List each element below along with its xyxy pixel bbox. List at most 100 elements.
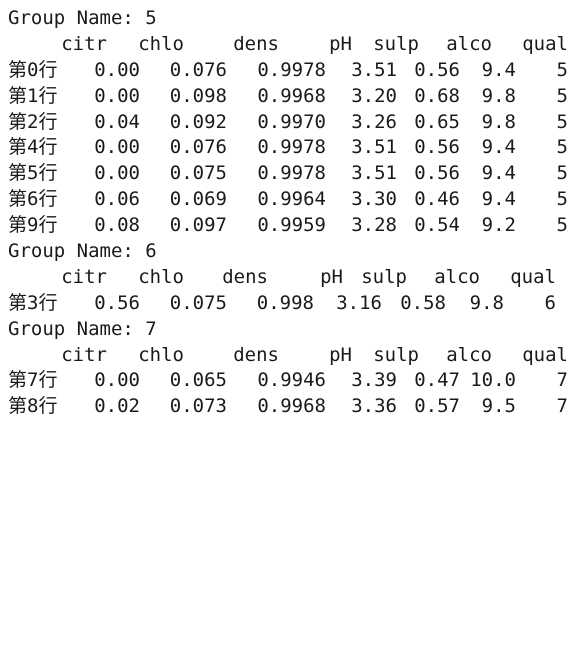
table-cell: 0.9978 [257, 136, 326, 159]
row-index: 第7行 [8, 369, 58, 392]
table-cell: 0.00 [94, 162, 140, 185]
column-header: pH [320, 265, 343, 288]
column-header: sulp [373, 32, 419, 55]
table-cell: 3.16 [336, 291, 382, 314]
column-header: chlo [138, 265, 184, 288]
table-cell: 0.56 [94, 291, 140, 314]
row-index: 第3行 [8, 291, 58, 314]
table-cell: 0.097 [169, 214, 227, 237]
table-cell: 0.9978 [257, 162, 326, 185]
table-cell: 0.65 [414, 110, 460, 133]
table-cell: 0.54 [414, 214, 460, 237]
column-header: dens [233, 343, 279, 366]
table-cell: 0.9970 [257, 110, 326, 133]
table-cell: 9.8 [481, 110, 516, 133]
table-row: 第8行 0.02 0.073 0.9968 3.36 0.57 9.5 7 [8, 394, 568, 420]
table-row: 第7行 0.00 0.065 0.9946 3.39 0.47 10.0 7 [8, 368, 568, 394]
table-cell: 9.8 [469, 291, 504, 314]
table-cell: 3.20 [351, 84, 397, 107]
table-cell: 9.8 [481, 84, 516, 107]
column-header: qual [522, 343, 568, 366]
table-cell: 0.998 [256, 291, 314, 314]
table-cell: 0.9968 [257, 84, 326, 107]
table-cell: 0.9978 [257, 58, 326, 81]
table-row: 第6行 0.06 0.069 0.9964 3.30 0.46 9.4 5 [8, 187, 568, 213]
table-cell: 0.098 [169, 84, 227, 107]
table-cell: 0.092 [169, 110, 227, 133]
table-cell: 9.5 [481, 395, 516, 418]
table-cell: 5 [556, 84, 568, 107]
table-cell: 3.26 [351, 110, 397, 133]
table-cell: 7 [556, 395, 568, 418]
group-title: Group Name: 6 [8, 240, 157, 263]
column-header: sulp [361, 265, 407, 288]
table-cell: 9.4 [481, 162, 516, 185]
table-cell: 5 [556, 188, 568, 211]
table-cell: 3.39 [351, 369, 397, 392]
table-cell: 0.06 [94, 188, 140, 211]
table-row: 第5行 0.00 0.075 0.9978 3.51 0.56 9.4 5 [8, 161, 568, 187]
table-cell: 0.065 [169, 369, 227, 392]
table-cell: 9.4 [481, 58, 516, 81]
table-row: 第2行 0.04 0.092 0.9970 3.26 0.65 9.8 5 [8, 110, 568, 136]
column-header: chlo [138, 343, 184, 366]
column-header-row: citr chlo dens pH sulp alco qual [8, 265, 568, 291]
table-cell: 0.076 [169, 58, 227, 81]
table-cell: 0.56 [414, 162, 460, 185]
table-cell: 0.58 [400, 291, 446, 314]
console-output: Group Name: 5 citr chlo dens pH sulp alc… [8, 6, 568, 420]
table-cell: 0.56 [414, 58, 460, 81]
table-cell: 0.47 [414, 369, 460, 392]
table-cell: 3.30 [351, 188, 397, 211]
table-cell: 9.4 [481, 188, 516, 211]
column-header-row: citr chlo dens pH sulp alco qual [8, 343, 568, 369]
table-cell: 0.04 [94, 110, 140, 133]
column-header: dens [233, 32, 279, 55]
table-cell: 5 [556, 110, 568, 133]
table-cell: 0.46 [414, 188, 460, 211]
table-cell: 0.9946 [257, 369, 326, 392]
table-cell: 5 [556, 136, 568, 159]
column-header: qual [522, 32, 568, 55]
row-index: 第5行 [8, 162, 58, 185]
table-cell: 0.56 [414, 136, 460, 159]
table-cell: 0.069 [169, 188, 227, 211]
table-row: 第3行 0.56 0.075 0.998 3.16 0.58 9.8 6 [8, 291, 568, 317]
group-title: Group Name: 5 [8, 7, 157, 29]
table-cell: 3.51 [351, 58, 397, 81]
row-index: 第9行 [8, 214, 58, 237]
table-cell: 7 [556, 369, 568, 392]
table-cell: 0.00 [94, 136, 140, 159]
row-index: 第4行 [8, 136, 58, 159]
column-header: qual [510, 265, 556, 288]
table-cell: 3.28 [351, 214, 397, 237]
column-header: alco [446, 32, 492, 55]
table-cell: 0.9959 [257, 214, 326, 237]
table-cell: 0.00 [94, 369, 140, 392]
column-header: dens [222, 265, 268, 288]
table-cell: 10.0 [470, 369, 516, 392]
row-index: 第8行 [8, 395, 58, 418]
table-cell: 9.4 [481, 136, 516, 159]
column-header: pH [329, 343, 352, 366]
column-header-row: citr chlo dens pH sulp alco qual [8, 32, 568, 58]
row-index: 第0行 [8, 58, 58, 81]
table-cell: 5 [556, 214, 568, 237]
table-cell: 0.68 [414, 84, 460, 107]
table-row: 第4行 0.00 0.076 0.9978 3.51 0.56 9.4 5 [8, 135, 568, 161]
table-cell: 3.51 [351, 136, 397, 159]
table-cell: 0.02 [94, 395, 140, 418]
table-cell: 6 [544, 291, 556, 314]
column-header: sulp [373, 343, 419, 366]
table-cell: 0.9968 [257, 395, 326, 418]
table-cell: 0.9964 [257, 188, 326, 211]
table-cell: 3.51 [351, 162, 397, 185]
column-header: alco [434, 265, 480, 288]
row-index: 第1行 [8, 84, 58, 107]
column-header: citr [61, 343, 107, 366]
group-title: Group Name: 7 [8, 317, 157, 340]
table-cell: 0.073 [169, 395, 227, 418]
table-row: 第9行 0.08 0.097 0.9959 3.28 0.54 9.2 5 [8, 213, 568, 239]
table-cell: 0.00 [94, 84, 140, 107]
table-cell: 5 [556, 162, 568, 185]
